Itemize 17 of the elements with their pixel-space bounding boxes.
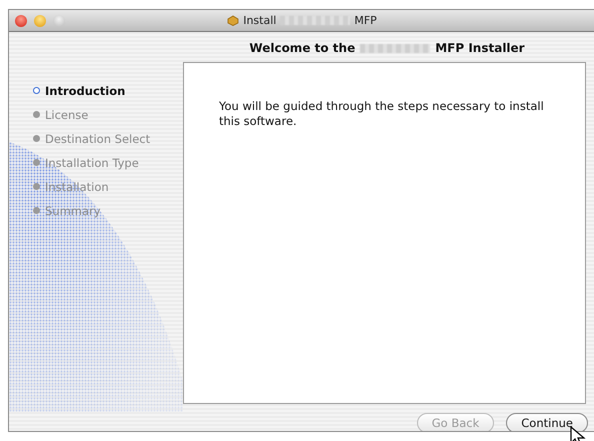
window-title: MFP [354, 14, 377, 27]
heading-text: Welcome to the [249, 41, 356, 55]
heading-text: MFP Installer [435, 41, 525, 55]
close-button[interactable] [15, 14, 27, 26]
step-item: Destination Select [33, 130, 183, 147]
package-icon [227, 15, 240, 26]
intro-text: You will be guided through the steps necessary to install this software. [219, 99, 545, 129]
minimize-button[interactable] [34, 14, 46, 26]
nav-button[interactable]: Continue [506, 413, 588, 431]
blurred-text [280, 16, 350, 25]
zoom-button[interactable] [53, 14, 65, 26]
step-item: Installation [33, 178, 183, 195]
step-item: Introduction [33, 82, 183, 99]
step-item: Installation Type [33, 154, 183, 171]
step-item: License [33, 106, 183, 123]
window-title: Install [243, 14, 276, 27]
blurred-text [360, 44, 430, 52]
